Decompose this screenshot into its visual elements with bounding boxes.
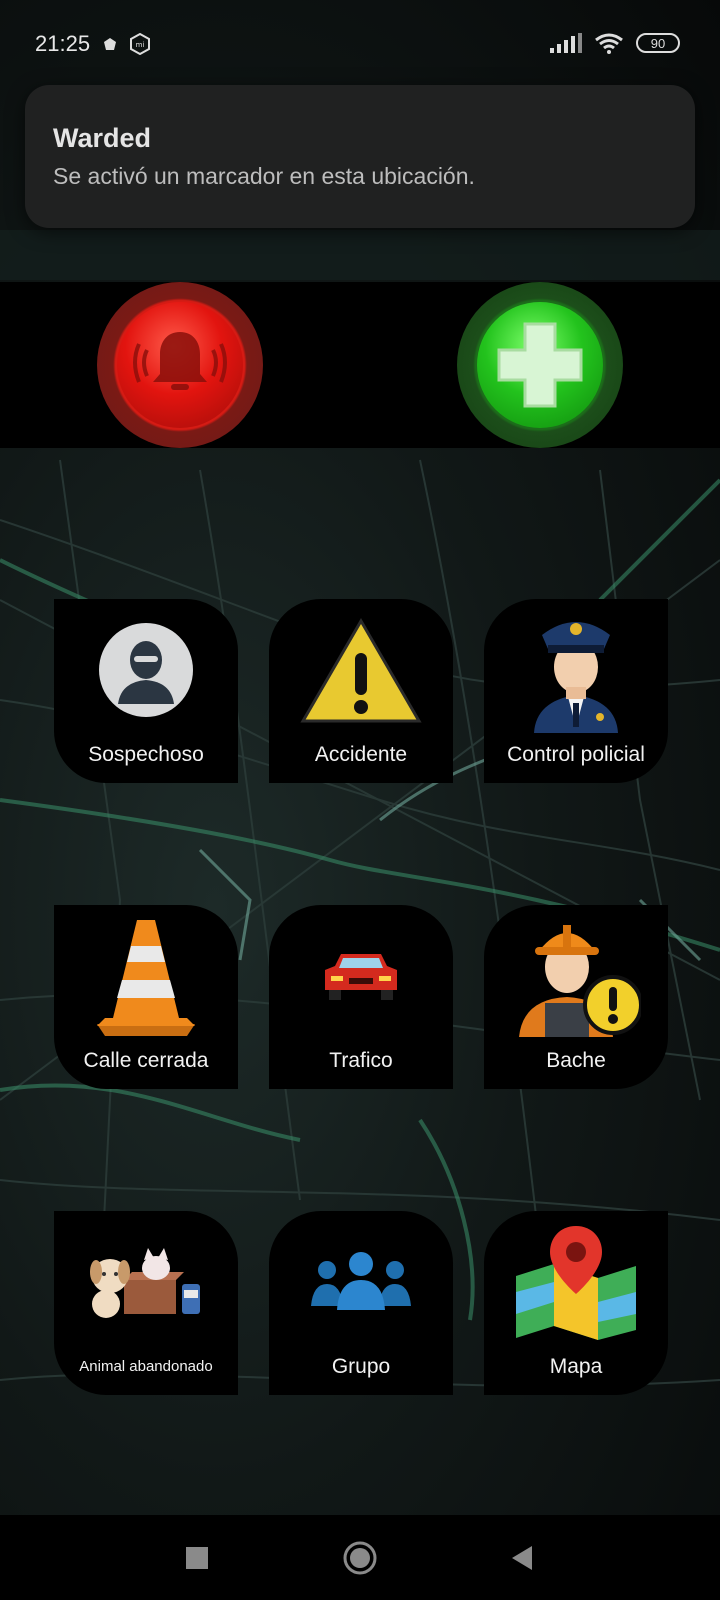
police-officer-icon	[484, 605, 668, 735]
tile-sospechoso[interactable]: Sospechoso	[54, 599, 238, 783]
emergency-strip	[0, 282, 720, 448]
tile-label: Control policial	[507, 743, 645, 766]
construction-worker-icon	[484, 911, 668, 1041]
status-left-icons: mi	[103, 33, 151, 55]
battery-icon: 90	[636, 33, 680, 53]
tile-calle-cerrada[interactable]: Calle cerrada	[54, 905, 238, 1089]
status-bar: 21:25 mi 90	[0, 0, 720, 88]
wifi-icon	[595, 33, 623, 54]
tile-bache[interactable]: Bache	[484, 905, 668, 1089]
map-pin-icon	[484, 1217, 668, 1347]
traffic-cone-icon	[54, 911, 238, 1041]
tile-label: Grupo	[331, 1355, 391, 1378]
abandoned-animals-icon	[54, 1217, 238, 1347]
back-triangle-icon[interactable]	[500, 1535, 546, 1581]
tile-label: Bache	[546, 1049, 606, 1072]
mi-app-icon: mi	[130, 33, 150, 55]
alarm-bell-icon	[133, 332, 227, 390]
recents-square-icon[interactable]	[174, 1535, 220, 1581]
tile-label: Accidente	[314, 743, 408, 766]
warning-triangle-icon	[269, 605, 453, 735]
tile-mapa[interactable]: Mapa	[484, 1211, 668, 1395]
tile-label: Sospechoso	[88, 743, 204, 766]
home-circle-icon[interactable]	[337, 1535, 383, 1581]
tile-grupo[interactable]: Grupo	[269, 1211, 453, 1395]
tile-control-policial[interactable]: Control policial	[484, 599, 668, 783]
status-time: 21:25	[35, 31, 91, 56]
notification-dot-icon	[104, 38, 116, 50]
tile-trafico[interactable]: Trafico	[269, 905, 453, 1089]
notification-card[interactable]: Warded Se activó un marcador en esta ubi…	[25, 85, 695, 228]
tile-label: Mapa	[549, 1355, 603, 1378]
tile-label: Calle cerrada	[83, 1049, 209, 1072]
medical-help-button[interactable]	[457, 282, 623, 448]
svg-text:mi: mi	[136, 41, 145, 49]
signal-icon	[550, 33, 582, 53]
notification-title: Warded	[53, 123, 152, 153]
navigation-bar	[0, 1515, 720, 1600]
panic-alarm-button[interactable]	[97, 282, 263, 448]
tile-animal-abandonado[interactable]: Animal abandonado	[54, 1211, 238, 1395]
notification-body: Se activó un marcador en esta ubicación.	[53, 163, 475, 189]
tile-accidente[interactable]: Accidente	[269, 599, 453, 783]
tile-label: Animal abandonado	[79, 1358, 213, 1375]
medical-cross-icon	[497, 322, 583, 408]
tile-label: Trafico	[329, 1049, 393, 1072]
car-icon	[269, 911, 453, 1041]
group-icon	[269, 1217, 453, 1347]
status-right-icons: 90	[550, 32, 680, 54]
masked-person-icon	[54, 605, 238, 735]
